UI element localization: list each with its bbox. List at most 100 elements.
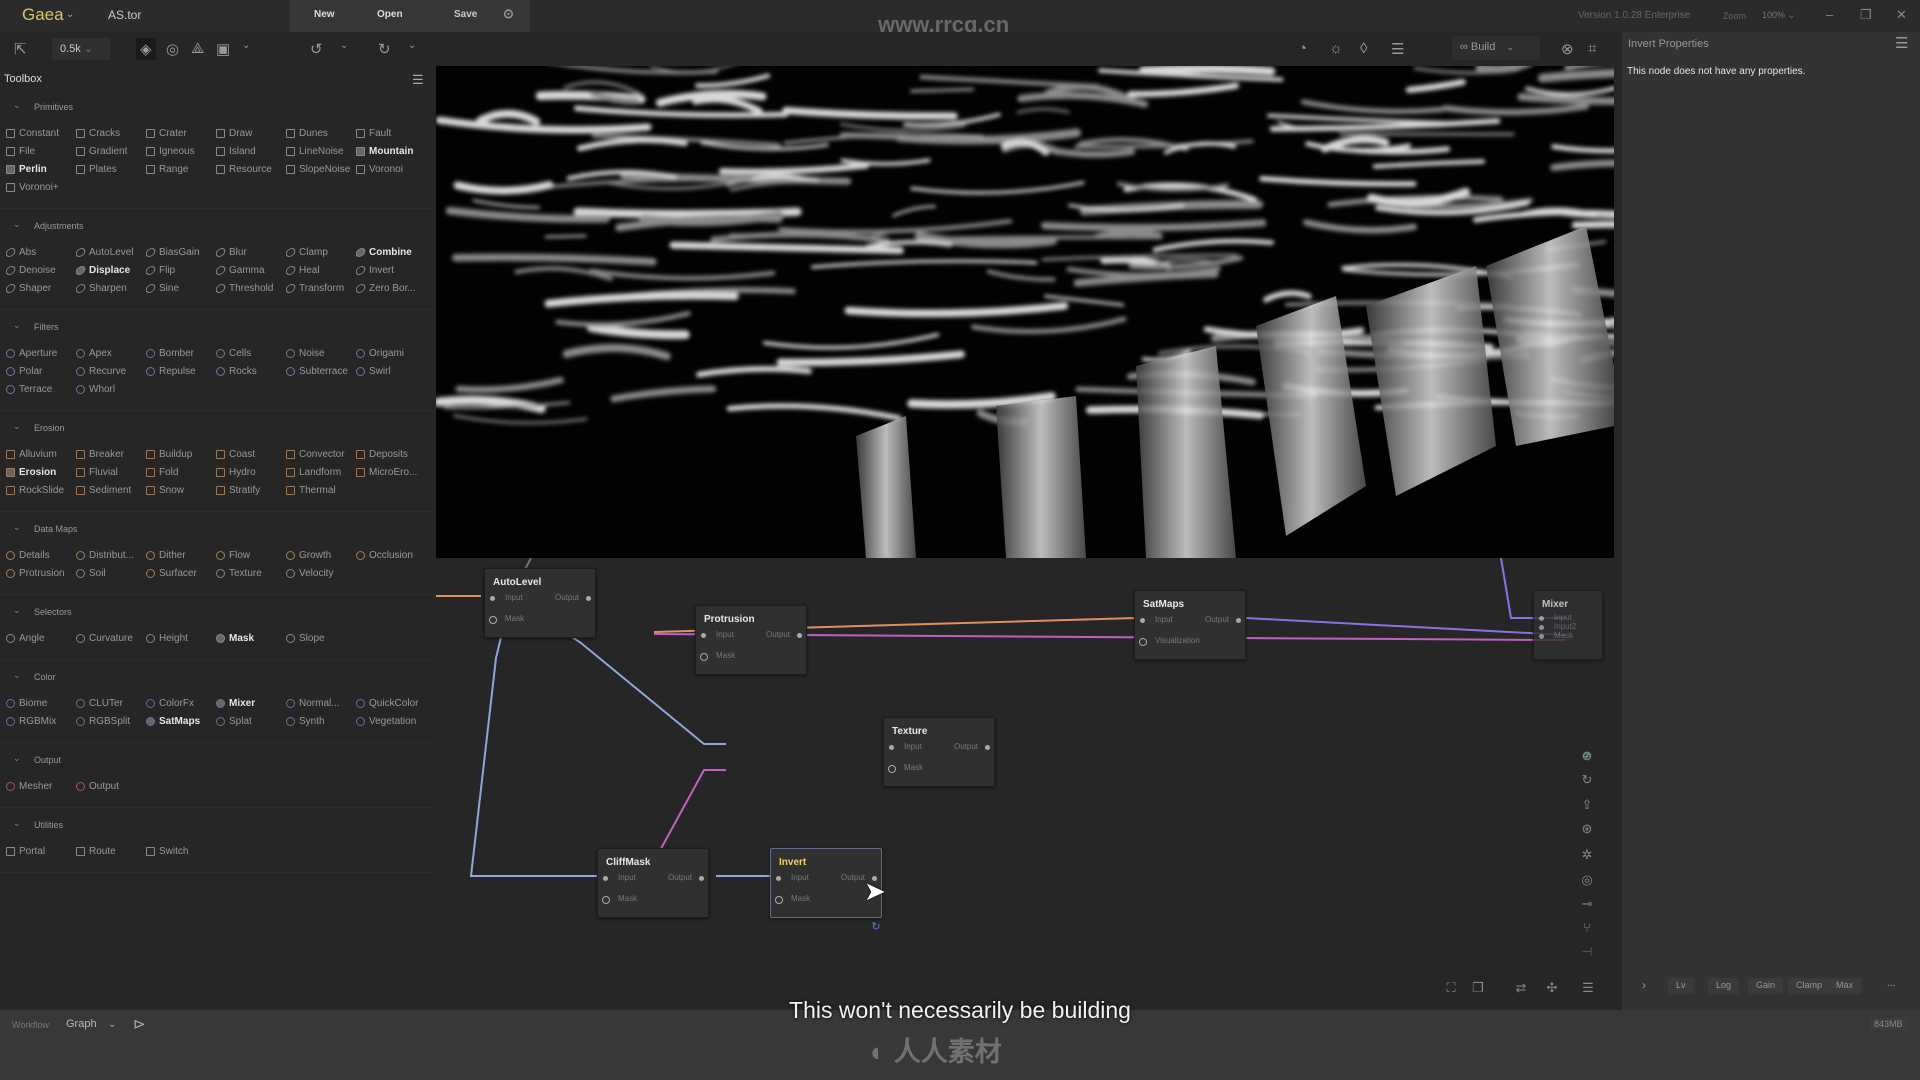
toolbox-item[interactable]: Dither [146, 546, 216, 564]
pin-icon[interactable]: ⊸ [1579, 896, 1595, 912]
app-menu[interactable]: Gaea [22, 5, 64, 25]
toolbox-item[interactable]: Threshold [216, 279, 286, 297]
toolbox-item[interactable]: MicroEro... [356, 463, 426, 481]
toolbox-item[interactable]: Normal... [286, 694, 356, 712]
swap-icon[interactable]: ⇄ [1513, 980, 1529, 996]
node-protrusion[interactable]: Protrusion Input Mask Output [695, 605, 807, 675]
toolbox-item[interactable]: Blur [216, 243, 286, 261]
toolbox-item[interactable]: Displace [76, 261, 146, 279]
toolbox-item[interactable]: Mesher [6, 777, 76, 795]
mask-port[interactable] [1139, 638, 1147, 646]
gauge-icon[interactable]: ◔ [1298, 40, 1307, 57]
toolbox-item[interactable]: Heal [286, 261, 356, 279]
toolbox-item[interactable]: Draw [216, 124, 286, 142]
menu-icon[interactable]: ☰ [412, 72, 424, 88]
toolbox-item[interactable]: Flip [146, 261, 216, 279]
toolbox-item[interactable]: AutoLevel [76, 243, 146, 261]
toolbox-item[interactable]: Bomber [146, 344, 216, 362]
view-mode-clamp[interactable]: Clamp [1788, 978, 1831, 994]
overlap-icon[interactable]: ◎ [1579, 872, 1595, 888]
toolbox-item[interactable]: Velocity [286, 564, 356, 582]
toolbox-item[interactable]: Details [6, 546, 76, 564]
toolbox-item[interactable]: Crater [146, 124, 216, 142]
toolbox-item[interactable]: Erosion [6, 463, 76, 481]
toolbox-item[interactable]: Alluvium [6, 445, 76, 463]
export-icon[interactable]: ⇪ [1579, 797, 1595, 813]
refresh-icon[interactable]: ↻ [1579, 772, 1595, 788]
input-port[interactable] [1140, 618, 1145, 623]
toolbox-item[interactable]: Transform [286, 279, 356, 297]
toolbox-item[interactable]: Texture [216, 564, 286, 582]
chevron-down-icon[interactable]: ⌄ [408, 40, 416, 51]
chevron-down-icon[interactable]: ⌄ [242, 40, 250, 51]
toolbox-item[interactable]: Perlin [6, 160, 76, 178]
toolbox-item[interactable]: Buildup [146, 445, 216, 463]
toolbox-item[interactable]: Mixer [216, 694, 286, 712]
toolbox-item[interactable]: Height [146, 629, 216, 647]
toolbox-item[interactable]: Island [216, 142, 286, 160]
toolbox-item[interactable]: Portal [6, 842, 76, 860]
output-port[interactable] [985, 745, 990, 750]
new-button[interactable]: New [314, 9, 335, 20]
toolbox-item[interactable]: Slope [286, 629, 356, 647]
toolbox-item[interactable]: Sharpen [76, 279, 146, 297]
close-icon[interactable]: ✕ [1896, 7, 1907, 23]
section-header-selectors[interactable]: ⌄ Selectors [0, 603, 432, 625]
input-port[interactable] [701, 633, 706, 638]
section-header-data-maps[interactable]: ⌄ Data Maps [0, 520, 432, 542]
chevron-down-icon[interactable]: ⌄ [340, 40, 348, 51]
view-mode-gain[interactable]: Gain [1748, 978, 1784, 994]
toolbox-item[interactable]: Hydro [216, 463, 286, 481]
toolbox-item[interactable]: Stratify [216, 481, 286, 499]
toolbox-item[interactable]: BiasGain [146, 243, 216, 261]
layers-icon[interactable]: ☰ [1391, 40, 1404, 58]
toolbox-item[interactable]: Sediment [76, 481, 146, 499]
toolbox-item[interactable]: Curvature [76, 629, 146, 647]
node-texture[interactable]: Texture Input Mask Output [883, 717, 995, 787]
node-mixer[interactable]: Mixer Input Input2 Mask [1533, 590, 1603, 660]
output-port[interactable] [797, 633, 802, 638]
toolbox-item[interactable]: LineNoise [286, 142, 356, 160]
network-icon[interactable]: ✣ [1544, 980, 1560, 996]
toolbox-item[interactable]: Output [76, 777, 146, 795]
toolbox-item[interactable]: Fluvial [76, 463, 146, 481]
toolbox-item[interactable]: Mask [216, 629, 286, 647]
toolbox-item[interactable]: Coast [216, 445, 286, 463]
toolbox-item[interactable]: Shaper [6, 279, 76, 297]
open-button[interactable]: Open [377, 9, 403, 20]
toolbox-item[interactable]: Mountain [356, 142, 426, 160]
toolbox-item[interactable]: Recurve [76, 362, 146, 380]
build-button[interactable]: ∞ Build ⌄ [1452, 36, 1540, 60]
target-icon[interactable]: ⊛ [1579, 821, 1595, 837]
toolbox-item[interactable]: ColorFx [146, 694, 216, 712]
camera-icon[interactable]: ▣ [216, 40, 230, 58]
branch-icon[interactable]: ⑂ [1579, 920, 1595, 935]
toolbox-item[interactable]: Thermal [286, 481, 356, 499]
toolbox-item[interactable]: Convector [286, 445, 356, 463]
toolbox-item[interactable]: Gamma [216, 261, 286, 279]
duplicate-icon[interactable]: ❐ [1470, 980, 1486, 996]
toolbox-item[interactable]: Growth [286, 546, 356, 564]
toolbox-item[interactable]: Sine [146, 279, 216, 297]
mask-port[interactable] [489, 616, 497, 624]
toolbox-item[interactable]: Terrace [6, 380, 76, 398]
toolbox-item[interactable]: Repulse [146, 362, 216, 380]
toolbox-item[interactable]: Biome [6, 694, 76, 712]
toolbox-item[interactable]: Cracks [76, 124, 146, 142]
more-button[interactable]: ... [1887, 978, 1895, 989]
toolbox-item[interactable]: Flow [216, 546, 286, 564]
input-port[interactable] [889, 745, 894, 750]
toolbox-item[interactable]: RockSlide [6, 481, 76, 499]
mask-port[interactable] [775, 896, 783, 904]
fit-view-icon[interactable]: ⛶ [1443, 980, 1459, 996]
toolbox-item[interactable]: Dunes [286, 124, 356, 142]
output-port[interactable] [586, 596, 591, 601]
toolbox-item[interactable]: Protrusion [6, 564, 76, 582]
toolbox-item[interactable]: Synth [286, 712, 356, 730]
toolbox-item[interactable]: Distribut... [76, 546, 146, 564]
toolbox-item[interactable]: QuickColor [356, 694, 426, 712]
toolbox-item[interactable]: Rocks [216, 362, 286, 380]
section-header-color[interactable]: ⌄ Color [0, 668, 432, 690]
chip-icon[interactable]: ⌗ [1588, 40, 1596, 57]
input-port[interactable] [1539, 625, 1544, 630]
